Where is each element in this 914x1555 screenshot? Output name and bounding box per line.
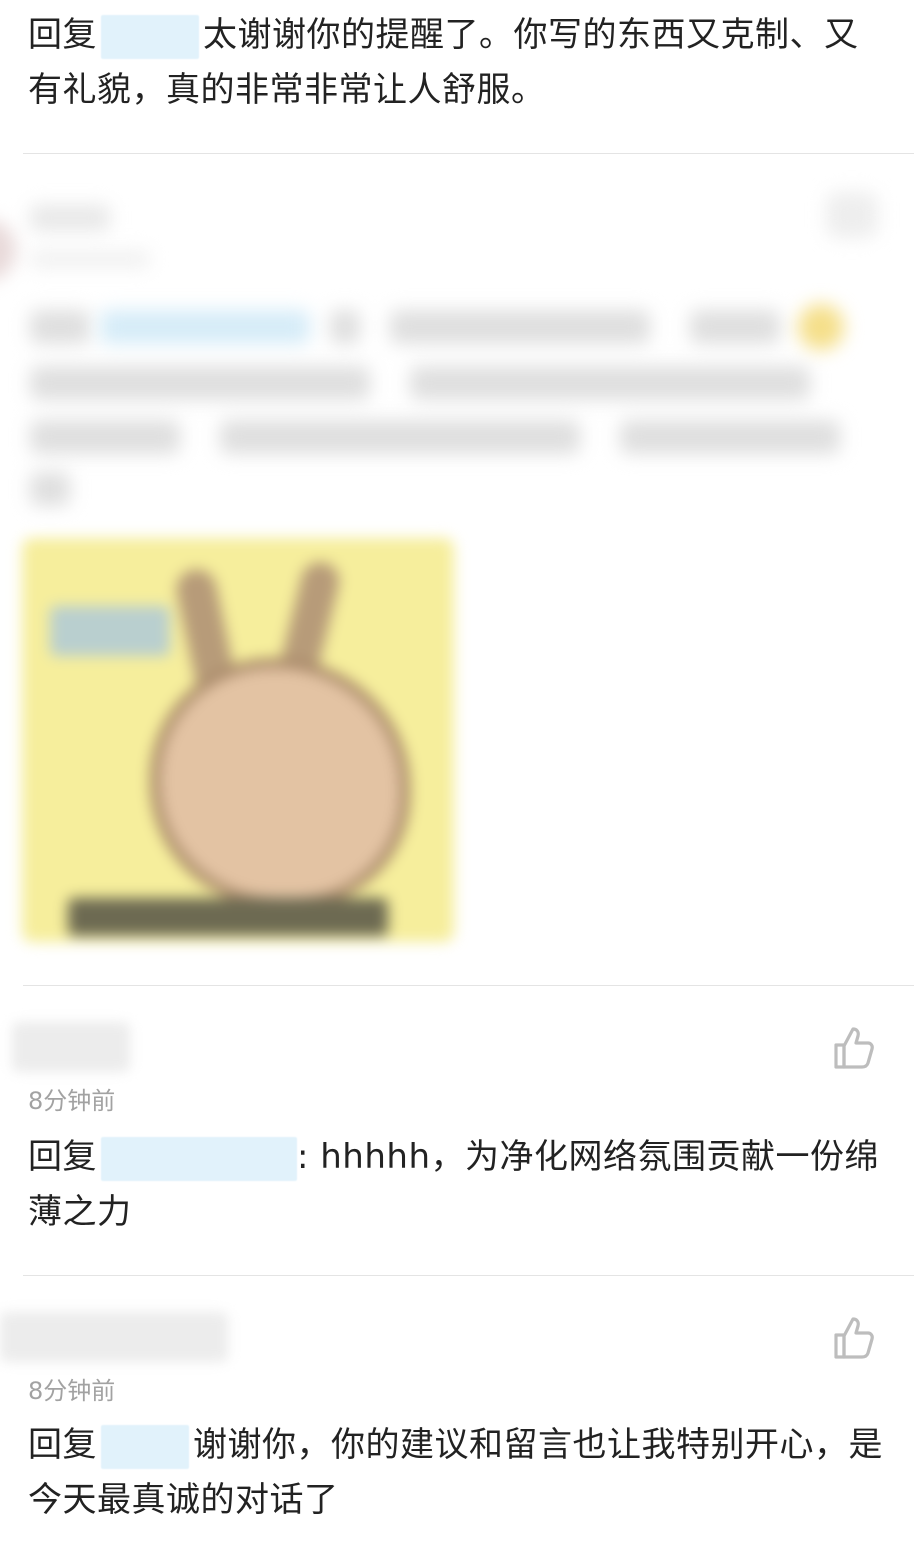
username-blurred[interactable] [30,205,110,231]
text-line-blurred [330,310,360,344]
sticker-caption [68,898,388,936]
username-blurred[interactable] [0,1312,228,1362]
text-line-blurred [390,310,650,344]
reply-prefix: 回复 [28,1137,97,1177]
mention-redacted[interactable] [101,14,199,59]
reply-prefix: 回复 [28,1425,97,1465]
text-line-blurred [220,420,580,454]
text-line-blurred [30,420,180,454]
avatar[interactable] [0,220,16,280]
text-line-blurred [690,310,780,344]
like-button-blurred[interactable] [826,192,878,238]
comment-3-text: 回复 谢谢你，你的建议和留言也让我特别开心，是今天最真诚的对话了 [28,1418,888,1528]
divider [23,153,914,154]
sticker-label [50,606,170,656]
mention-blurred[interactable] [100,310,310,344]
text-line-blurred [30,310,90,344]
username-blurred[interactable] [12,1022,130,1072]
divider [23,985,914,986]
thumbs-up-icon [834,1317,874,1359]
timestamp-blurred [30,250,150,268]
text-line-blurred [410,366,810,400]
mention-redacted[interactable] [101,1424,189,1469]
comment-1-text: 回复 太谢谢你的提醒了。你写的东西又克制、又有礼貌，真的非常非常让人舒服。 [28,8,888,118]
text-line-blurred [30,366,370,400]
divider [23,1275,914,1276]
thumbs-up-icon [834,1027,874,1069]
comment-thread: 回复 太谢谢你的提醒了。你写的东西又克制、又有礼貌，真的非常非常让人舒服。 8分… [0,0,914,1555]
text-line-blurred [30,472,70,506]
emoji-icon [798,304,844,350]
sticker-rabbit-body [150,658,410,908]
like-button[interactable] [830,1315,878,1361]
like-button[interactable] [830,1025,878,1071]
reply-prefix: 回复 [28,15,97,55]
comment-timestamp: 8分钟前 [28,1087,116,1115]
text-line-blurred [620,420,840,454]
comment-2-text: 回复: hhhhh，为净化网络氛围贡献一份绵薄之力 [28,1130,888,1240]
comment-timestamp: 8分钟前 [28,1377,116,1405]
mention-redacted[interactable] [101,1136,297,1181]
sticker-image[interactable] [22,538,454,942]
